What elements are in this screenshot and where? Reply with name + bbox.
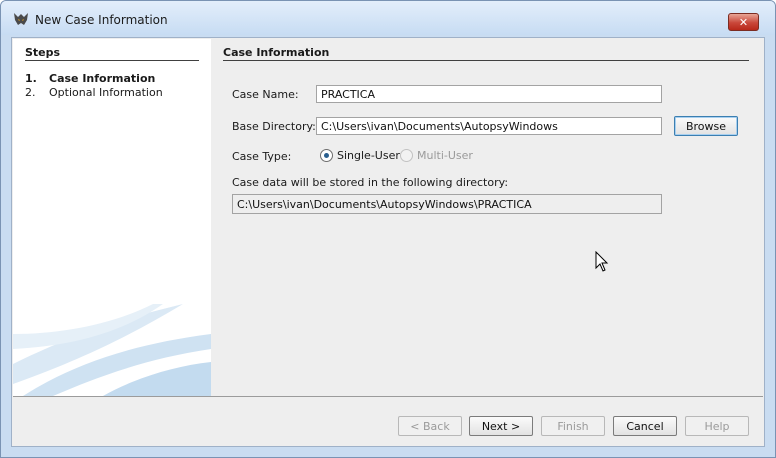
- case-name-input[interactable]: PRACTICA: [316, 85, 662, 103]
- footer-separator: [13, 396, 763, 397]
- step-number: 1.: [25, 72, 37, 85]
- steps-header: Steps: [25, 46, 199, 61]
- mouse-cursor-icon: [595, 251, 609, 272]
- step-label: Optional Information: [49, 86, 163, 99]
- case-name-label: Case Name:: [232, 88, 299, 101]
- storage-note: Case data will be stored in the followin…: [232, 176, 509, 189]
- section-header: Case Information: [223, 46, 749, 61]
- base-directory-input[interactable]: C:\Users\ivan\Documents\AutopsyWindows: [316, 117, 662, 135]
- finish-button[interactable]: Finish: [541, 416, 605, 436]
- next-button[interactable]: Next >: [469, 416, 533, 436]
- new-case-dialog: New Case Information ✕ Steps 1. Case Info…: [0, 0, 776, 458]
- decorative-swirl-graphic: [13, 304, 211, 396]
- base-directory-label: Base Directory:: [232, 120, 316, 133]
- step-case-information: 1. Case Information: [25, 72, 155, 85]
- wizard-body: Steps 1. Case Information 2. Optional Info…: [11, 37, 765, 447]
- steps-panel: Steps 1. Case Information 2. Optional Info…: [13, 39, 211, 396]
- close-button[interactable]: ✕: [728, 13, 759, 31]
- radio-single-user[interactable]: Single-User: [320, 149, 400, 162]
- step-number: 2.: [25, 86, 36, 99]
- case-information-panel: Case Information Case Name: PRACTICA Bas…: [211, 39, 761, 396]
- cancel-button[interactable]: Cancel: [613, 416, 677, 436]
- title-bar[interactable]: New Case Information ✕: [1, 1, 775, 35]
- step-label: Case Information: [49, 72, 156, 85]
- step-optional-information: 2. Optional Information: [25, 86, 163, 99]
- back-button[interactable]: < Back: [398, 416, 462, 436]
- radio-label: Single-User: [337, 149, 400, 162]
- radio-selected-icon: [320, 149, 333, 162]
- window-title: New Case Information: [35, 13, 168, 27]
- radio-multi-user[interactable]: Multi-User: [400, 149, 473, 162]
- radio-label: Multi-User: [417, 149, 473, 162]
- browse-button[interactable]: Browse: [674, 116, 738, 136]
- case-type-label: Case Type:: [232, 150, 292, 163]
- autopsy-logo-icon: [14, 13, 28, 25]
- help-button[interactable]: Help: [685, 416, 749, 436]
- radio-unselected-icon: [400, 149, 413, 162]
- storage-path-field: C:\Users\ivan\Documents\AutopsyWindows\P…: [232, 194, 662, 214]
